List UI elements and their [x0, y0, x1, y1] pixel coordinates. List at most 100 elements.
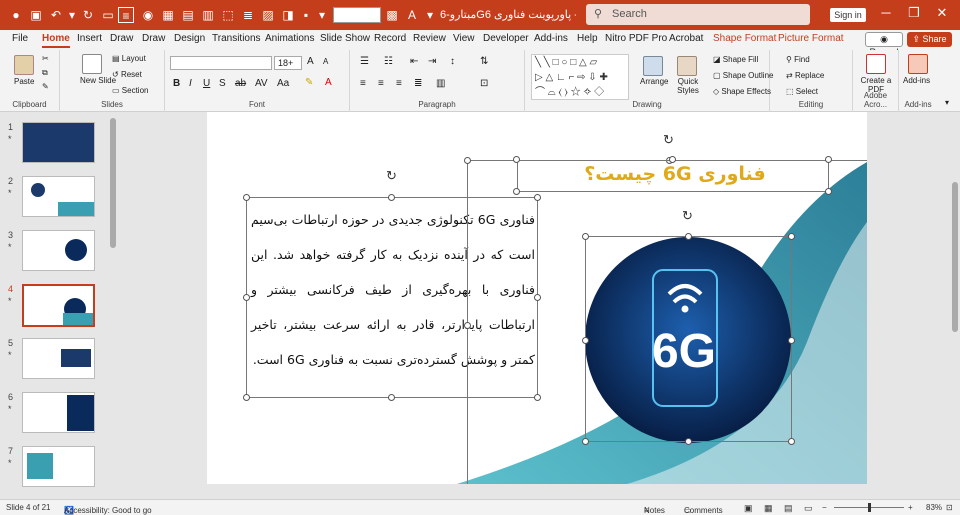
font-color-ribbon-icon[interactable]: A: [325, 77, 332, 88]
underline-icon[interactable]: U: [203, 78, 210, 89]
restore-button[interactable]: ❐: [904, 5, 924, 21]
collapse-ribbon-icon[interactable]: ▾: [945, 98, 949, 107]
tab-draw[interactable]: Draw: [110, 33, 133, 44]
undo-dropdown-icon[interactable]: ▾: [64, 7, 80, 23]
arrange-icon[interactable]: ◨: [280, 7, 296, 23]
new-slide-button[interactable]: New Slide: [80, 76, 116, 85]
search-box[interactable]: ⚲ Search: [586, 4, 810, 25]
resize-handle[interactable]: [788, 337, 795, 344]
qat-font-box[interactable]: [333, 7, 381, 23]
shadow-icon[interactable]: S: [219, 78, 226, 89]
shape-effects-button[interactable]: ◇ Shape Effects: [713, 87, 771, 96]
resize-handle[interactable]: [464, 157, 471, 164]
resize-handle[interactable]: [582, 438, 589, 445]
font-size-box[interactable]: 18+: [274, 56, 302, 70]
bullets-icon[interactable]: ☰: [360, 56, 369, 67]
font-color-icon[interactable]: A: [404, 7, 420, 23]
slide-thumb-3[interactable]: [22, 230, 95, 271]
color-picker-icon[interactable]: ▩: [384, 7, 400, 23]
tab-animations[interactable]: Animations: [265, 33, 314, 44]
numbering-icon[interactable]: ☷: [384, 56, 393, 67]
resize-handle[interactable]: [513, 188, 520, 195]
rotate-handle-icon[interactable]: ↻: [682, 208, 693, 224]
shapes-icon[interactable]: ⬚: [220, 7, 236, 23]
layout-button[interactable]: ▤ Layout: [112, 54, 146, 63]
save-icon[interactable]: ▣: [28, 7, 44, 23]
zoom-level[interactable]: 83%: [926, 503, 942, 512]
case-icon[interactable]: Aa: [277, 78, 289, 89]
customize-qat-icon[interactable]: ▾: [422, 7, 438, 23]
font-name-box[interactable]: [170, 56, 272, 70]
zoom-out-icon[interactable]: −: [822, 503, 827, 512]
replace-button[interactable]: ⇄ Replace: [786, 71, 824, 80]
text-align-icon[interactable]: ≣: [240, 7, 256, 23]
shapes-gallery[interactable]: ╲ ╲ □ ○ □ △ ▱ ▷ △ ∟ ⌐ ⇨ ⇩ ✚ ⌒ ⌓ ⟨ ⟩ ☆ ✧ ◇: [531, 54, 629, 100]
tab-acrobat[interactable]: Acrobat: [669, 33, 703, 44]
slide[interactable]: 6G فناوری 6G چیست؟ فناوری 6G تکنولوژی جد…: [207, 112, 867, 484]
reset-button[interactable]: ↺ Reset: [112, 70, 142, 79]
presenter-icon[interactable]: ◉: [140, 7, 156, 23]
reading-view-icon[interactable]: ▤: [784, 503, 793, 514]
tab-view[interactable]: View: [453, 33, 475, 44]
outdent-icon[interactable]: ⇥: [428, 56, 436, 67]
slide-thumb-2[interactable]: [22, 176, 95, 217]
indent-icon[interactable]: ⇤: [410, 56, 418, 67]
slideshow-view-icon[interactable]: ▭: [804, 503, 813, 514]
decrease-font-icon[interactable]: A: [323, 57, 328, 66]
zoom-in-icon[interactable]: +: [908, 503, 913, 512]
format-painter-icon[interactable]: ✎: [42, 82, 49, 91]
resize-handle[interactable]: [388, 194, 395, 201]
resize-handle[interactable]: [243, 394, 250, 401]
redo-icon[interactable]: ↻: [80, 7, 96, 23]
rotate-handle-icon[interactable]: ↻: [663, 132, 674, 148]
slide-thumb-4[interactable]: [22, 284, 95, 327]
align-center-icon[interactable]: ≡: [378, 78, 384, 89]
fit-slide-icon[interactable]: ⊡: [946, 503, 953, 512]
resize-handle[interactable]: [582, 337, 589, 344]
tab-record[interactable]: Record: [374, 33, 406, 44]
select-button[interactable]: ⬚ Select: [786, 87, 818, 96]
italic-icon[interactable]: I: [189, 78, 192, 89]
increase-font-icon[interactable]: A: [307, 56, 314, 67]
spacing-icon[interactable]: AV: [255, 78, 268, 89]
slide-thumb-1[interactable]: [22, 122, 95, 163]
tab-nitro-pdf[interactable]: Nitro PDF Pro: [605, 33, 667, 44]
tab-draw-2[interactable]: Draw: [142, 33, 165, 44]
text-direction-icon[interactable]: ⇅: [480, 56, 488, 67]
minimize-button[interactable]: ─: [876, 5, 896, 20]
grid-icon[interactable]: ▤: [180, 7, 196, 23]
slide-sorter-icon[interactable]: ▦: [764, 503, 773, 514]
autosave-icon[interactable]: ●: [8, 7, 24, 23]
resize-handle[interactable]: [685, 233, 692, 240]
resize-handle[interactable]: [788, 438, 795, 445]
table-icon[interactable]: ▥: [200, 7, 216, 23]
tab-slide-show[interactable]: Slide Show: [320, 33, 370, 44]
align-right-icon[interactable]: ≡: [396, 78, 402, 89]
zoom-slider-thumb[interactable]: [868, 503, 871, 512]
resize-handle[interactable]: [388, 394, 395, 401]
slide-thumb-6[interactable]: [22, 392, 95, 433]
tab-add-ins[interactable]: Add-ins: [534, 33, 568, 44]
qat-dropdown-icon[interactable]: ▾: [314, 7, 330, 23]
align-text-icon[interactable]: ⊡: [480, 78, 488, 89]
highlight-icon[interactable]: ✎: [305, 77, 313, 88]
shape-icon[interactable]: ▪: [298, 7, 314, 23]
find-button[interactable]: ⚲ Find: [786, 55, 810, 64]
canvas-scrollbar[interactable]: [950, 112, 960, 499]
slideshow-icon[interactable]: ▭: [100, 7, 116, 23]
resize-handle[interactable]: [685, 438, 692, 445]
canvas-scroll-thumb[interactable]: [952, 182, 958, 332]
resize-handle[interactable]: [243, 294, 250, 301]
undo-icon[interactable]: ↶: [48, 7, 64, 23]
tab-insert[interactable]: Insert: [77, 33, 102, 44]
rotate-handle-icon[interactable]: ↻: [386, 168, 397, 184]
tab-shape-format[interactable]: Shape Format: [713, 33, 776, 44]
resize-handle[interactable]: [825, 156, 832, 163]
shape-fill-button[interactable]: ◪ Shape Fill: [713, 55, 758, 64]
strike-icon[interactable]: ab: [235, 78, 246, 89]
resize-handle[interactable]: [788, 233, 795, 240]
tab-help[interactable]: Help: [577, 33, 598, 44]
shape-outline-button[interactable]: ▢ Shape Outline: [713, 71, 773, 80]
record-button[interactable]: ◉ Record: [865, 32, 903, 57]
copy-icon[interactable]: ⧉: [42, 68, 48, 78]
